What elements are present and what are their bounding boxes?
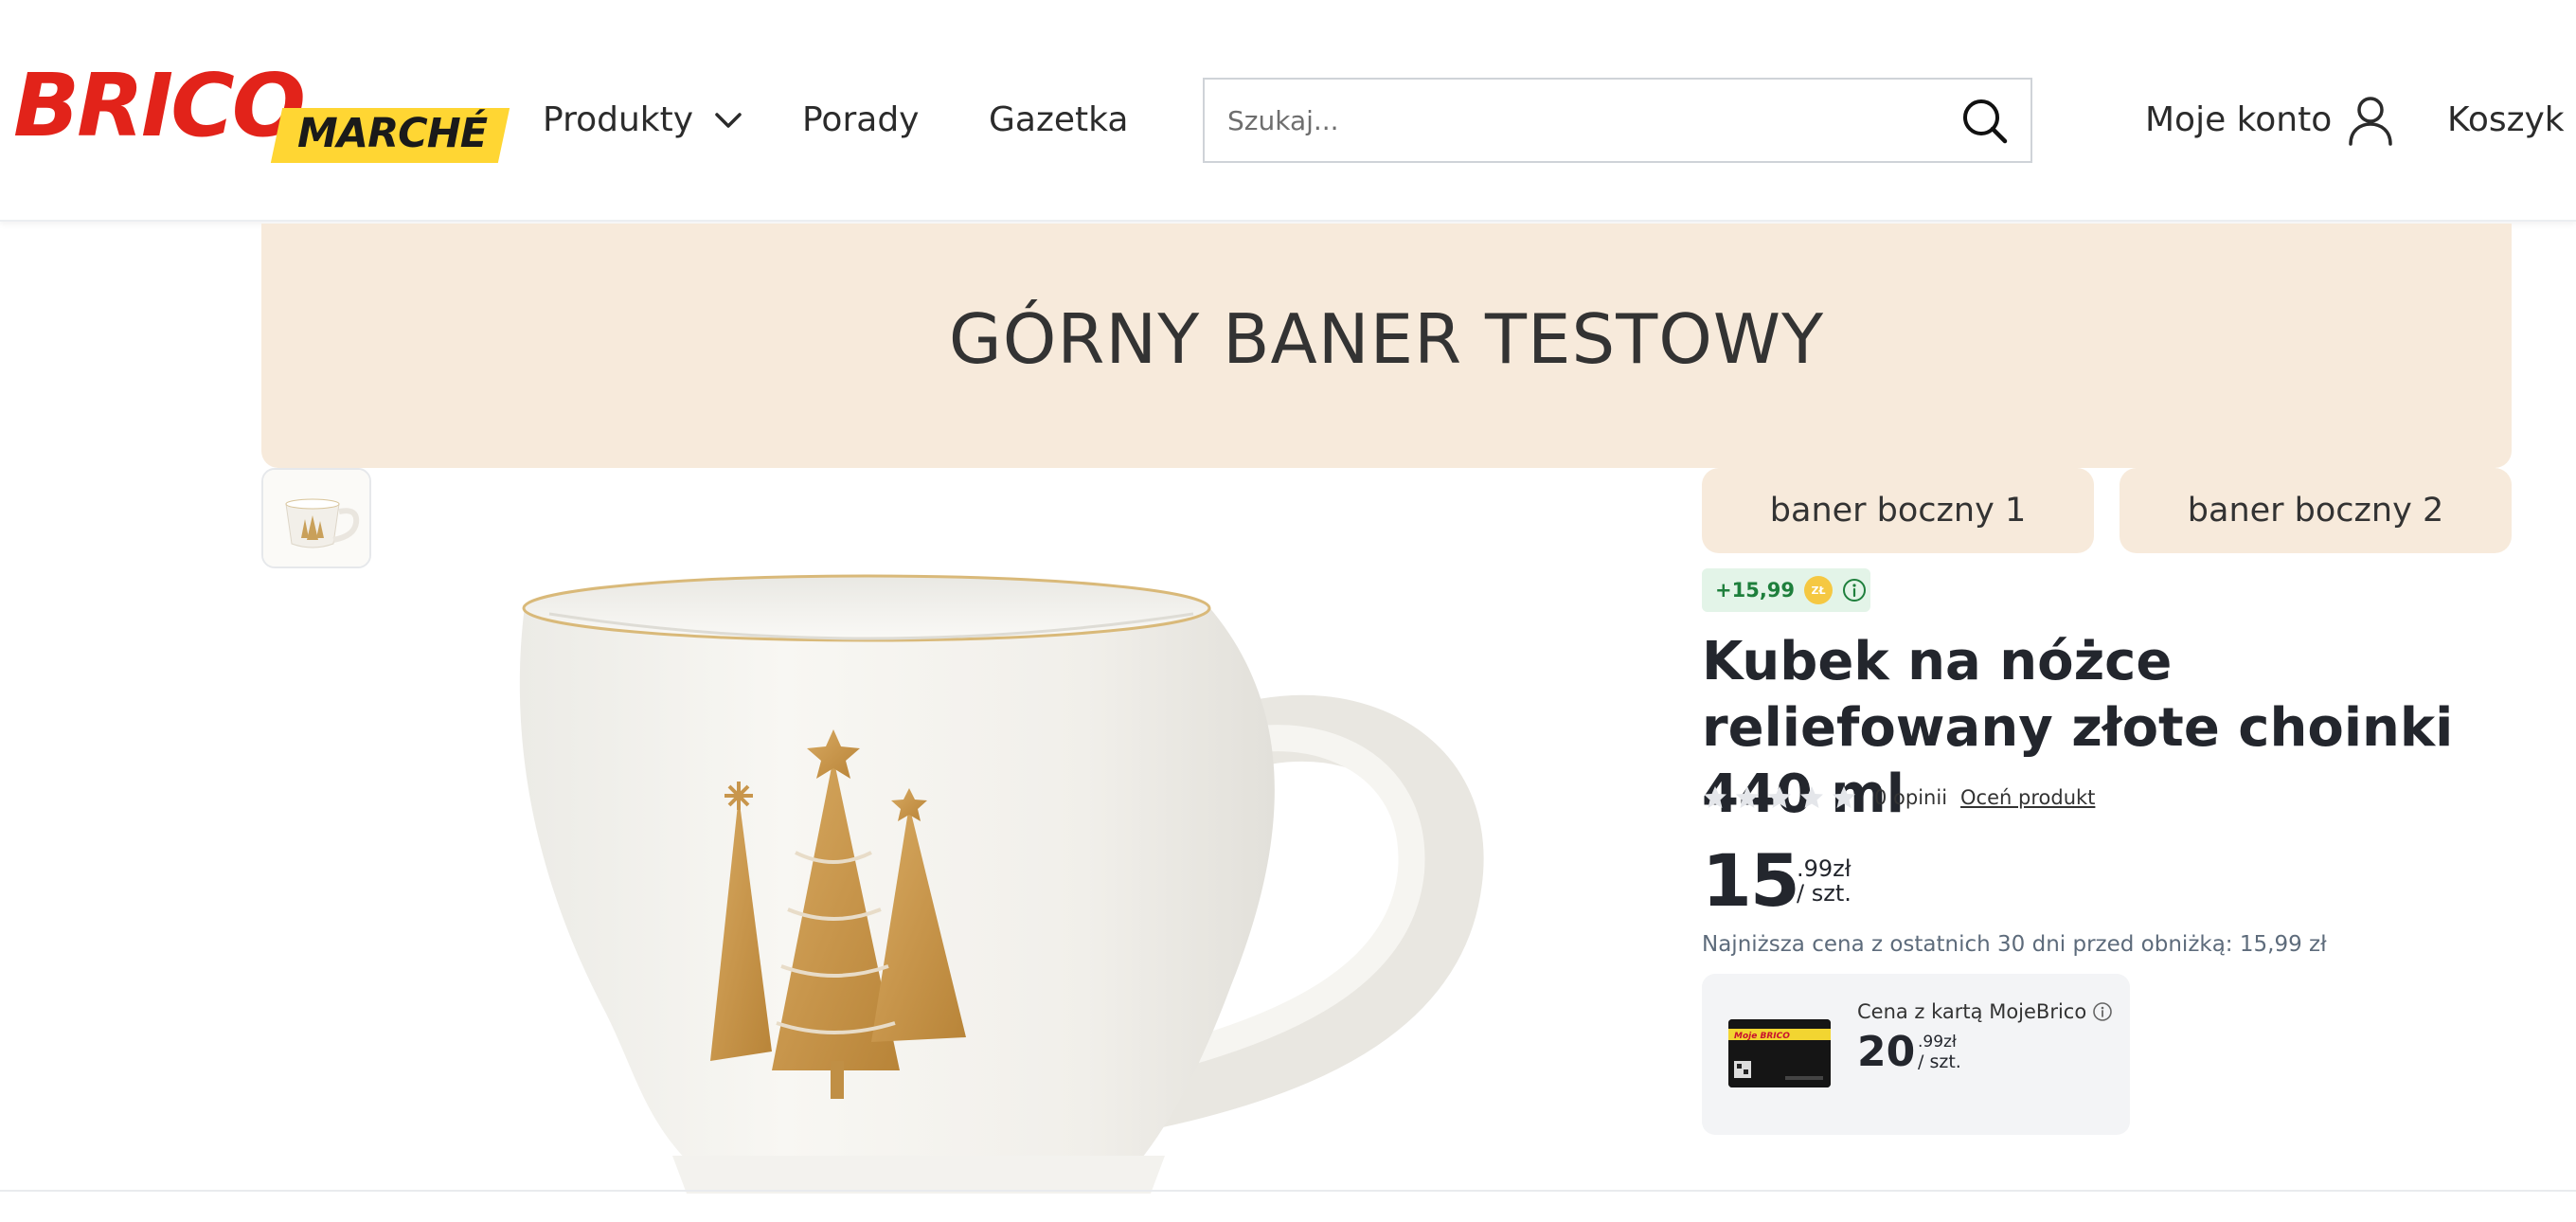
nav-products-label: Produkty [543,100,694,139]
price-unit: / szt. [1797,880,1852,907]
star-icon[interactable] [1798,784,1825,811]
logo-marche-text: MARCHÉ [297,110,488,157]
review-count: 0 opinii [1874,786,1948,809]
star-icon[interactable] [1702,784,1728,811]
star-icon[interactable] [1831,784,1857,811]
logo-brico-text: BRICO [13,55,306,156]
product-rating: 0 opinii Oceń produkt [1702,784,2095,811]
loyalty-card-graphic: Moje BRICO [1728,1019,1831,1087]
star-icon[interactable] [1766,784,1793,811]
price-integer: 15 [1702,838,1800,923]
cart-link[interactable]: Koszyk | [2447,97,2576,144]
price-decimal: .99zł [1797,855,1852,882]
mug-illustration [519,574,1484,1194]
coin-icon: ZŁ [1804,576,1834,604]
info-icon[interactable] [1842,578,1867,602]
section-divider [0,1190,2576,1192]
account-label: Moje konto [2145,100,2333,139]
star-icon[interactable] [1734,784,1761,811]
nav-porady-link[interactable]: Porady [802,97,919,144]
card-price-label: Cena z kartą MojeBrico [1857,1000,2087,1023]
search-input[interactable] [1227,80,1947,161]
loyalty-card-price-box: Moje BRICO Cena z kartą MojeBrico 20 .99… [1702,974,2130,1135]
lowest-price-info: Najniższa cena z ostatnich 30 dni przed … [1702,932,2327,957]
svg-text:Moje BRICO: Moje BRICO [1734,1032,1790,1041]
info-icon[interactable] [2092,1001,2113,1022]
card-price-label-row: Cena z kartą MojeBrico [1857,1000,2113,1023]
bricomarche-logo[interactable]: BRICO MARCHÉ [13,55,510,167]
side-banner-2[interactable]: baner boczny 2 [2120,468,2512,553]
search-box [1203,78,2032,163]
search-icon[interactable] [1960,97,2010,146]
mojebrico-card-image: Moje BRICO [1728,1019,1831,1087]
user-icon [2349,97,2392,146]
site-header: BRICO MARCHÉ Produkty Porady Gazetka Moj… [0,0,2576,222]
product-thumbnail[interactable] [261,468,371,568]
account-link[interactable]: Moje konto [2145,95,2394,146]
thumbnail-mug-image [263,470,369,566]
top-banner[interactable]: GÓRNY BANER TESTOWY [261,224,2512,468]
side-banner-1[interactable]: baner boczny 1 [1702,468,2094,553]
chevron-down-icon [715,113,742,128]
card-price-decimal: .99zł [1918,1033,1957,1051]
nav-gazetka-link[interactable]: Gazetka [989,97,1128,144]
card-price-integer: 20 [1857,1028,1916,1076]
nav-products-dropdown[interactable]: Produkty [543,97,742,144]
loyalty-points-badge: +15,99 ZŁ [1702,568,1870,612]
product-main-image[interactable] [455,568,1515,1194]
card-price-unit: / szt. [1918,1051,1961,1072]
points-value: +15,99 [1715,579,1796,602]
rate-product-link[interactable]: Oceń produkt [1960,786,2095,809]
top-banner-text: GÓRNY BANER TESTOWY [948,299,1825,379]
